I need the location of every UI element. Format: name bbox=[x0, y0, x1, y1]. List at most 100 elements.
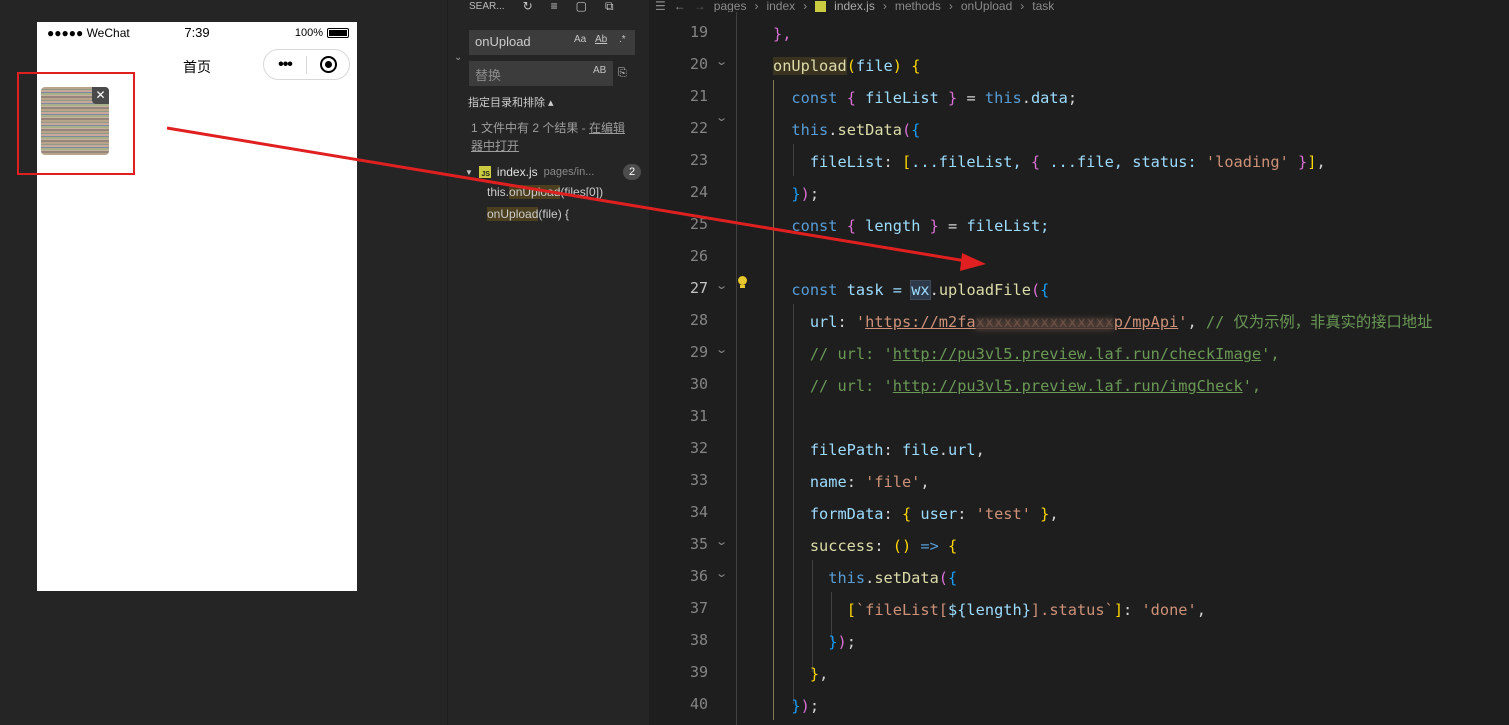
line-number: 28 bbox=[689, 311, 708, 329]
line-number: 22 bbox=[689, 119, 708, 137]
battery-percent: 100% bbox=[294, 27, 323, 39]
breadcrumb-item[interactable]: pages bbox=[714, 0, 747, 12]
line-number: 40 bbox=[689, 695, 708, 713]
code-line: const task = wx.uploadFile({ bbox=[791, 280, 1050, 300]
outline-icon[interactable]: ☰ bbox=[655, 0, 666, 12]
line-number: 39 bbox=[689, 663, 708, 681]
line-number: 21 bbox=[689, 87, 708, 105]
match-highlight: onUpload bbox=[509, 185, 561, 199]
battery-icon bbox=[327, 28, 349, 38]
search-panel-header: SEAR... ↻ ≡ ▢ ⧉ bbox=[469, 0, 614, 14]
regex-toggle[interactable]: .* bbox=[619, 34, 626, 45]
results-count-text: 1 文件中有 2 个结果 - bbox=[471, 121, 590, 135]
result-file-name: index.js bbox=[496, 165, 538, 179]
files-include-exclude-toggle[interactable]: 指定目录和排除 ▴ bbox=[468, 94, 554, 110]
breadcrumb-item[interactable]: index bbox=[766, 0, 795, 12]
code-line: this.setData({ bbox=[791, 121, 921, 139]
line-number: 37 bbox=[689, 599, 708, 617]
replace-input[interactable]: 替换 AB bbox=[469, 61, 613, 86]
search-panel: SEAR... ↻ ≡ ▢ ⧉ ⌄ onUpload Aa Ab .* 替换 A… bbox=[447, 0, 648, 725]
expand-triangle-icon: ▼ bbox=[465, 167, 473, 177]
collapse-all-icon[interactable]: ⧉ bbox=[605, 0, 614, 14]
replace-all-icon[interactable]: ⎘ bbox=[618, 67, 627, 80]
refresh-icon[interactable]: ↻ bbox=[523, 0, 533, 13]
line-number: 36 bbox=[689, 567, 708, 585]
code-line: name: 'file', bbox=[809, 473, 930, 491]
method-name: onUpload bbox=[773, 57, 847, 75]
match-suffix: (files[0]) bbox=[560, 185, 604, 199]
line-number: 26 bbox=[689, 247, 708, 265]
search-results-summary: 1 文件中有 2 个结果 - 在编辑器中打开 bbox=[471, 119, 637, 155]
fold-chevron-icon[interactable]: ⌄ bbox=[715, 343, 728, 356]
more-menu-button[interactable]: ••• bbox=[264, 56, 306, 73]
line-number-active: 27 bbox=[689, 279, 708, 297]
search-panel-title: SEAR... bbox=[469, 0, 505, 12]
js-file-icon: JS bbox=[478, 166, 491, 178]
close-mini-program-button[interactable] bbox=[307, 56, 349, 73]
mini-program-capsule: ••• bbox=[263, 49, 350, 80]
breadcrumb-item[interactable]: methods bbox=[895, 0, 941, 12]
js-file-icon bbox=[815, 0, 827, 12]
indent-guide bbox=[736, 12, 737, 725]
code-link: http://pu3vl5.preview.laf.run/imgCheck bbox=[892, 377, 1243, 395]
line-number: 19 bbox=[689, 23, 708, 41]
code-line: [`fileList[${length}].status`]: 'done', bbox=[846, 601, 1206, 619]
back-arrow-icon[interactable]: ← bbox=[674, 0, 686, 12]
preserve-case-toggle[interactable]: AB bbox=[593, 65, 606, 76]
code-line: // url: 'http://pu3vl5.preview.laf.run/i… bbox=[809, 377, 1262, 395]
match-prefix: this. bbox=[487, 185, 510, 199]
code-line: }); bbox=[828, 633, 856, 651]
code-line: onUpload(file) { bbox=[773, 57, 921, 75]
line-number: 23 bbox=[689, 151, 708, 169]
new-search-editor-icon[interactable]: ▢ bbox=[576, 0, 587, 13]
status-bar: ●●●●● WeChat 7:39 100% bbox=[37, 22, 357, 44]
line-number: 25 bbox=[689, 215, 708, 233]
simulator-pane: ●●●●● WeChat 7:39 100% 首页 ••• ✕ bbox=[0, 0, 447, 725]
search-match-row[interactable]: onUpload(file) { bbox=[487, 207, 569, 221]
fold-chevron-icon[interactable]: ⌄ bbox=[715, 279, 728, 292]
toggle-replace-chevron[interactable]: ⌄ bbox=[454, 52, 462, 63]
match-word-toggle[interactable]: Ab bbox=[595, 34, 607, 45]
line-number: 35 bbox=[689, 535, 708, 553]
search-input[interactable]: onUpload Aa Ab .* bbox=[469, 30, 635, 55]
redacted-url-segment: xxxxxxxxxxxxxxx bbox=[975, 313, 1114, 331]
fold-chevron-icon[interactable]: ⌄ bbox=[715, 535, 728, 548]
clear-results-icon[interactable]: ≡ bbox=[551, 0, 558, 13]
line-number: 34 bbox=[689, 503, 708, 521]
code-line: this.setData({ bbox=[828, 569, 958, 587]
lightbulb-icon[interactable] bbox=[738, 276, 748, 288]
match-suffix: (file) { bbox=[538, 207, 570, 221]
match-case-toggle[interactable]: Aa bbox=[574, 34, 586, 45]
code-line: }); bbox=[791, 697, 820, 715]
fold-chevron-icon[interactable]: ⌄ bbox=[715, 567, 728, 580]
code-line: success: () => { bbox=[809, 537, 958, 555]
code-line: }, bbox=[809, 665, 829, 683]
code-line: // url: 'http://pu3vl5.preview.laf.run/c… bbox=[809, 345, 1280, 363]
breadcrumb: ☰ ← → pages › index › index.js › methods › o… bbox=[655, 0, 1055, 12]
code-line: filePath: file.url, bbox=[809, 441, 985, 459]
code-line: formData: { user: 'test' }, bbox=[809, 505, 1059, 523]
line-number: 32 bbox=[689, 439, 708, 457]
code-editor[interactable]: ☰ ← → pages › index › index.js › methods › o… bbox=[649, 0, 1509, 725]
code-link: http://pu3vl5.preview.laf.run/checkImage bbox=[892, 345, 1262, 363]
match-highlight: onUpload bbox=[487, 207, 539, 221]
record-icon bbox=[319, 56, 337, 73]
code-line: }); bbox=[791, 185, 820, 203]
forward-arrow-icon[interactable]: → bbox=[694, 0, 706, 12]
line-number: 20 bbox=[689, 55, 708, 73]
fold-chevron-icon[interactable]: ⌄ bbox=[715, 55, 728, 68]
code-line: url: 'https://m2faxxxxxxxxxxxxxxxp/mpApi… bbox=[809, 313, 1433, 331]
fold-chevron-icon[interactable]: ⌄ bbox=[715, 111, 728, 124]
replace-placeholder: 替换 bbox=[475, 68, 502, 83]
search-query: onUpload bbox=[475, 34, 531, 49]
search-match-row[interactable]: this.onUpload(files[0]) bbox=[487, 185, 603, 199]
line-number: 30 bbox=[689, 375, 708, 393]
result-file-path: pages/in... bbox=[543, 166, 595, 178]
breadcrumb-item[interactable]: onUpload bbox=[961, 0, 1012, 12]
line-number: 31 bbox=[689, 407, 708, 425]
line-number: 33 bbox=[689, 471, 708, 489]
result-file-row[interactable]: ▼ JS index.js pages/in... 2 bbox=[465, 164, 641, 180]
code-line: const { length } = fileList; bbox=[791, 217, 1050, 235]
breadcrumb-item[interactable]: task bbox=[1032, 0, 1054, 12]
breadcrumb-item[interactable]: index.js bbox=[834, 0, 875, 12]
